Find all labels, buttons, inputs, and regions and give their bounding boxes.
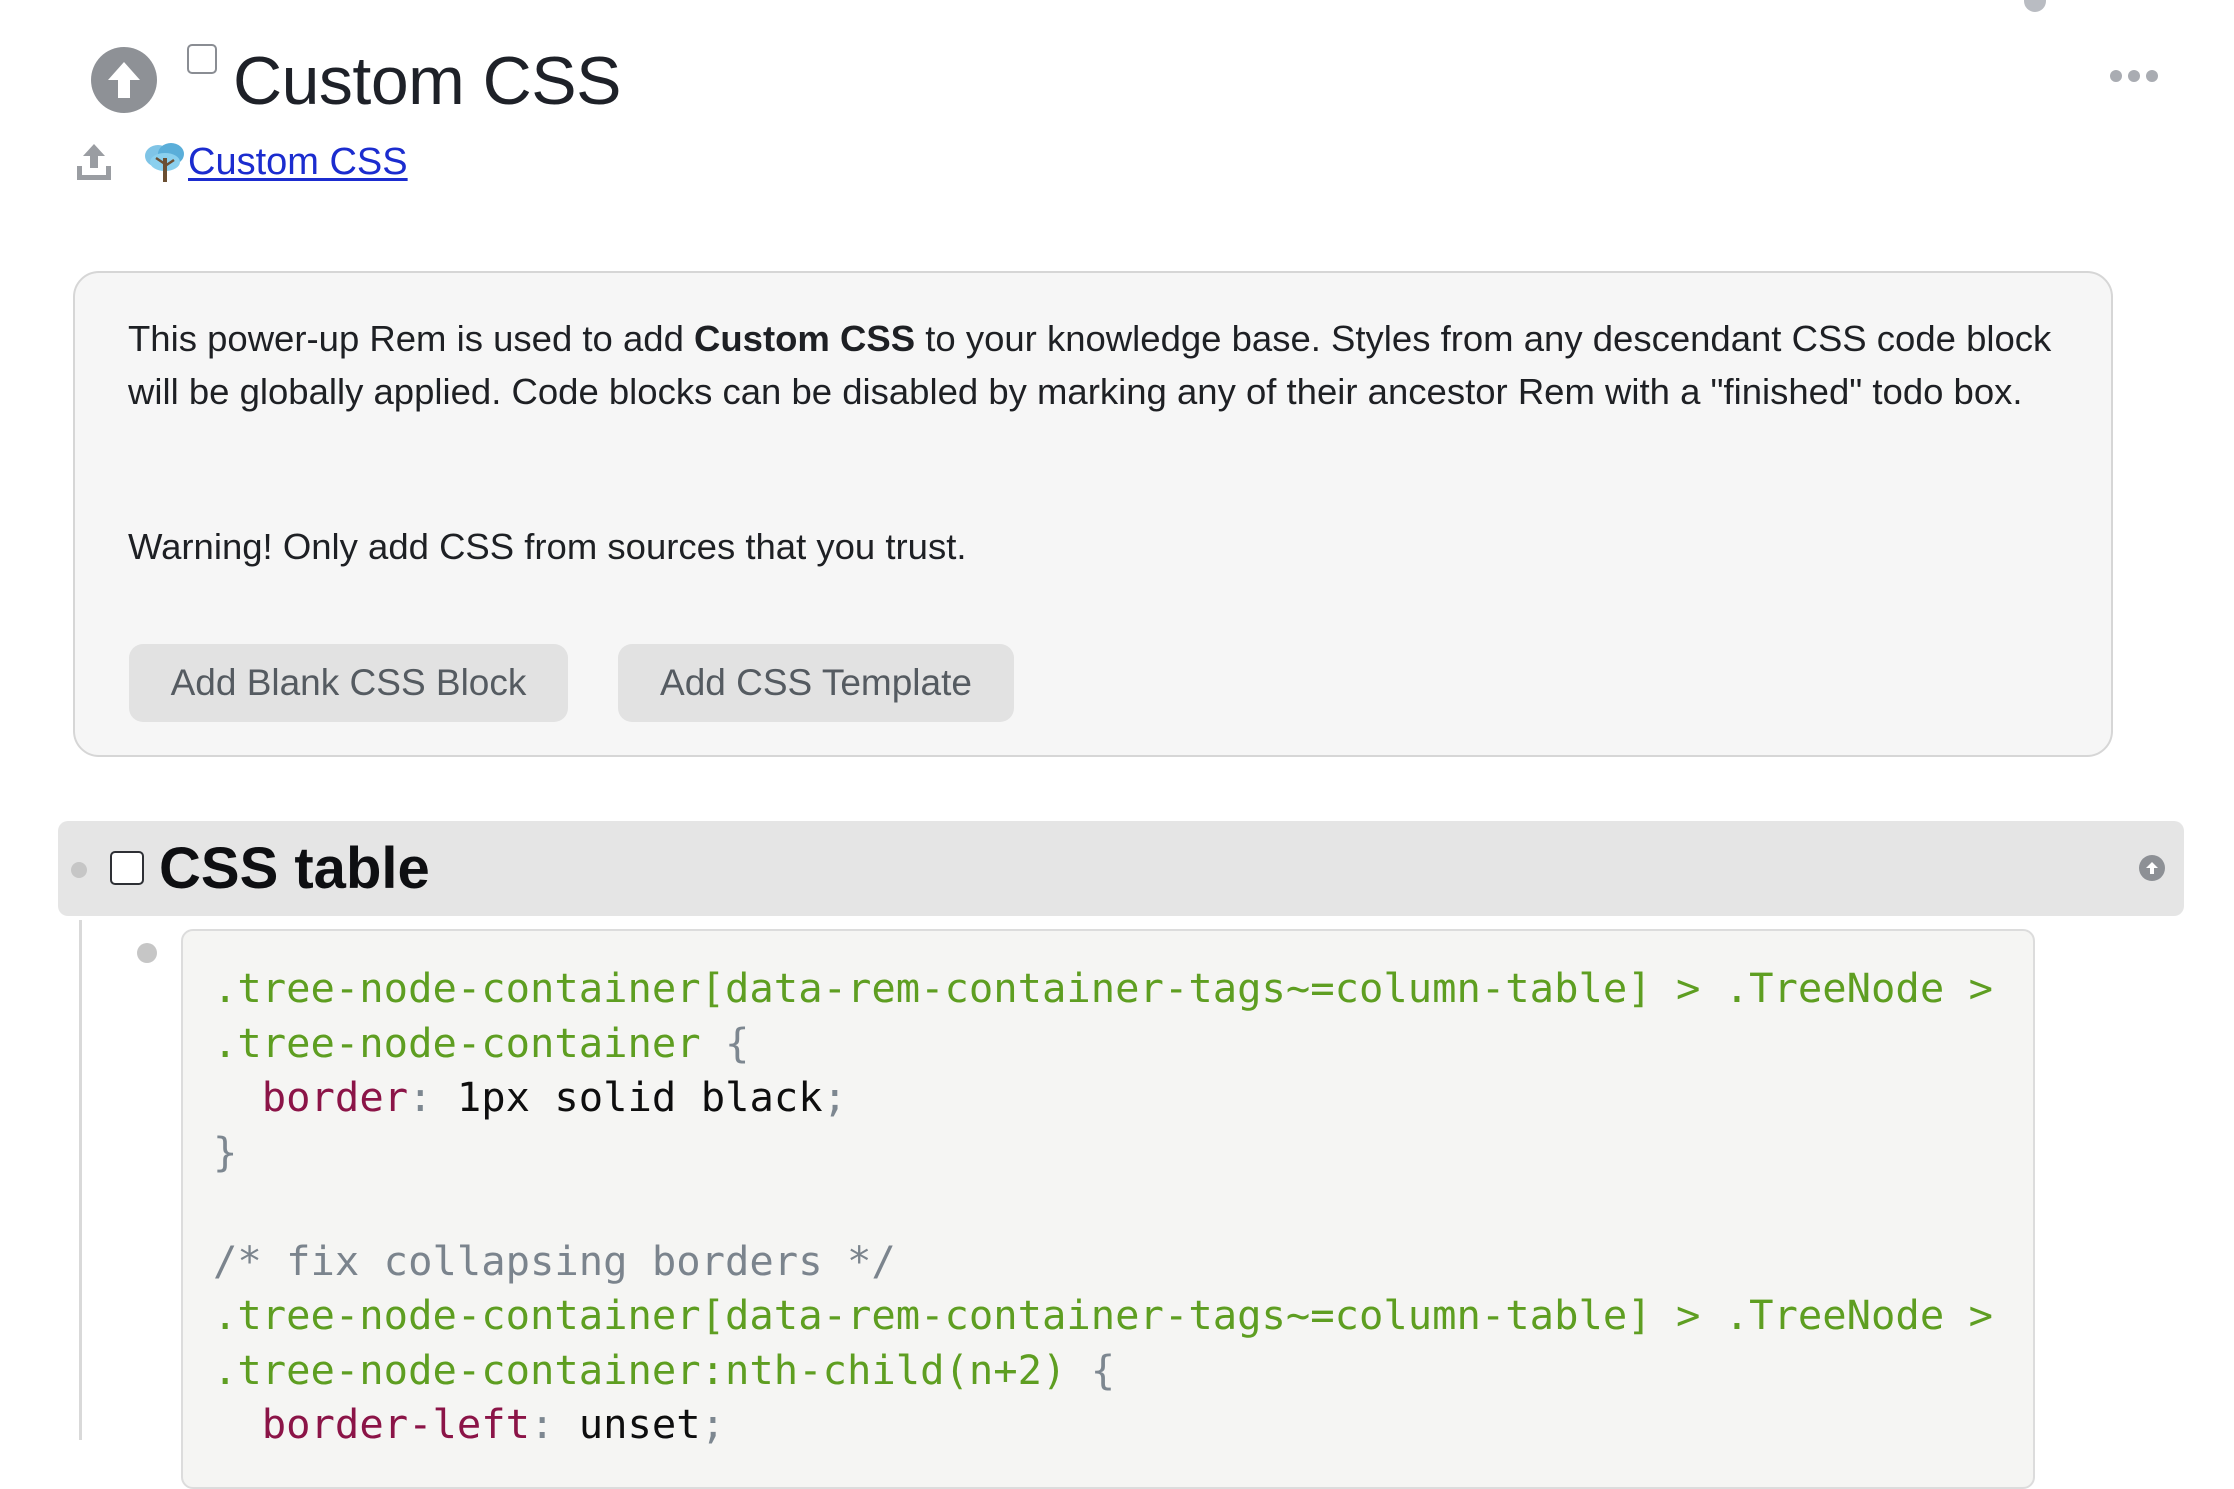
page-todo-checkbox[interactable]	[187, 44, 217, 74]
code-value: 1px solid black	[432, 1073, 823, 1121]
indent-guide-line	[79, 920, 82, 1440]
arrow-up-circle-small-icon[interactable]	[2139, 855, 2165, 881]
rem-bullet[interactable]	[137, 943, 157, 963]
code-punctuation: ;	[700, 1400, 726, 1448]
page-title[interactable]: Custom CSS	[233, 36, 622, 126]
code-property: border-left	[261, 1400, 530, 1448]
code-punctuation: :	[408, 1073, 433, 1121]
add-css-template-button[interactable]: Add CSS Template	[618, 644, 1014, 722]
more-horizontal-icon[interactable]	[2110, 70, 2158, 82]
power-up-info-box: This power-up Rem is used to add Custom …	[73, 271, 2113, 757]
info-text-part: This power-up Rem is used to add	[128, 318, 695, 359]
info-text-bold: Custom CSS	[694, 318, 916, 359]
css-table-rem[interactable]: CSS table	[58, 821, 2184, 916]
info-description: This power-up Rem is used to add Custom …	[128, 313, 2058, 418]
code-punctuation: :	[530, 1400, 555, 1448]
code-selector: .tree-node-container[data-rem-container-…	[213, 1291, 1993, 1339]
css-table-title[interactable]: CSS table	[159, 836, 430, 902]
code-property: border	[261, 1073, 409, 1121]
code-punctuation: ;	[822, 1073, 848, 1121]
info-warning: Warning! Only add CSS from sources that …	[128, 526, 967, 567]
rem-bullet[interactable]	[71, 862, 87, 878]
upload-icon[interactable]	[74, 140, 114, 184]
code-comment: /* fix collapsing borders */	[213, 1236, 896, 1285]
code-selector: .tree-node-container:nth-child(n+2)	[213, 1345, 1067, 1394]
code-value: unset	[554, 1400, 701, 1448]
add-blank-css-block-button[interactable]: Add Blank CSS Block	[129, 644, 568, 722]
code-punctuation: {	[700, 1018, 750, 1067]
css-table-todo-checkbox[interactable]	[110, 851, 144, 885]
css-code[interactable]: .tree-node-container[data-rem-container-…	[213, 961, 1993, 1452]
code-punctuation: {	[1066, 1345, 1116, 1394]
code-selector: .tree-node-container	[213, 1018, 701, 1067]
scroll-indicator-dot	[2024, 0, 2046, 12]
arrow-up-circle-icon[interactable]	[91, 47, 157, 113]
code-punctuation: }	[213, 1127, 238, 1176]
breadcrumb-link-custom-css[interactable]: Custom CSS	[188, 141, 408, 184]
code-selector: .tree-node-container[data-rem-container-…	[213, 964, 1993, 1012]
breadcrumb: Custom CSS	[74, 138, 408, 186]
tree-icon	[145, 143, 184, 182]
css-code-block[interactable]: .tree-node-container[data-rem-container-…	[181, 929, 2035, 1489]
